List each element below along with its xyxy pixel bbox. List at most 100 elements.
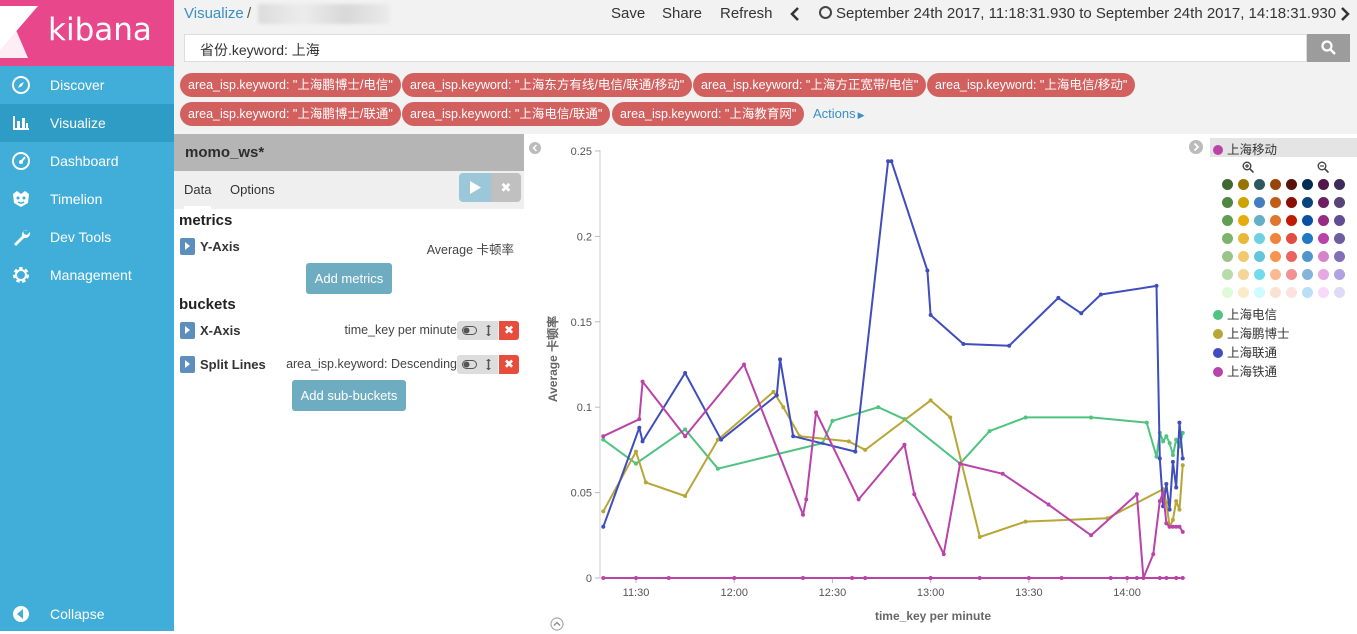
data-point[interactable] [948, 415, 953, 420]
color-swatch[interactable] [1254, 197, 1265, 208]
data-point[interactable] [1180, 529, 1185, 534]
zoom-in-icon[interactable] [1242, 161, 1254, 173]
color-swatch[interactable] [1286, 215, 1297, 226]
color-swatch[interactable] [1238, 287, 1249, 298]
data-point[interactable] [683, 371, 688, 376]
search-button[interactable] [1307, 34, 1350, 62]
color-swatch[interactable] [1254, 233, 1265, 244]
color-swatch[interactable] [1302, 197, 1313, 208]
filter-actions-link[interactable]: Actions ▶ [813, 106, 865, 121]
filter-pill[interactable]: area_isp.keyword: "上海电信/联通" [402, 102, 611, 126]
data-point[interactable] [1098, 292, 1103, 297]
data-point[interactable] [1154, 283, 1159, 288]
data-point[interactable] [601, 524, 606, 529]
legend-item-highlighted[interactable]: 上海移动 [1213, 139, 1277, 157]
filter-pill[interactable]: area_isp.keyword: "上海鹏博士/联通" [180, 102, 401, 126]
color-swatch[interactable] [1254, 215, 1265, 226]
data-point[interactable] [863, 447, 868, 452]
data-point[interactable] [774, 393, 779, 398]
data-point[interactable] [683, 434, 688, 439]
data-point[interactable] [1023, 415, 1028, 420]
nav-item-timelion[interactable]: Timelion [0, 180, 174, 218]
data-point[interactable] [1164, 482, 1169, 487]
data-point[interactable] [1164, 576, 1169, 580]
apply-changes-button[interactable] [459, 173, 491, 202]
data-point[interactable] [830, 418, 835, 423]
color-swatch[interactable] [1318, 269, 1329, 280]
data-point[interactable] [1174, 485, 1179, 490]
time-picker[interactable]: September 24th 2017, 11:18:31.930 to Sep… [819, 5, 1336, 22]
color-swatch[interactable] [1270, 215, 1281, 226]
filter-pill[interactable]: area_isp.keyword: "上海东方有线/电信/联通/移动" [402, 73, 693, 97]
data-point[interactable] [850, 576, 855, 580]
data-point[interactable] [1151, 552, 1156, 557]
data-point[interactable] [601, 509, 606, 514]
discard-changes-button[interactable]: ✖ [491, 173, 521, 202]
data-point[interactable] [1141, 576, 1146, 580]
data-point[interactable] [1161, 439, 1166, 444]
data-point[interactable] [732, 576, 737, 580]
toggle-icon[interactable] [462, 326, 477, 335]
color-swatch[interactable] [1270, 179, 1281, 190]
color-swatch[interactable] [1302, 287, 1313, 298]
data-point[interactable] [1174, 576, 1179, 580]
data-point[interactable] [1170, 517, 1175, 522]
legend-item[interactable]: 上海联通 [1213, 342, 1277, 360]
data-point[interactable] [719, 437, 724, 442]
color-swatch[interactable] [1318, 287, 1329, 298]
color-swatch[interactable] [1318, 197, 1329, 208]
collapse-right-icon[interactable] [1189, 140, 1203, 154]
data-point[interactable] [666, 576, 671, 580]
data-point[interactable] [1157, 576, 1162, 580]
data-point[interactable] [715, 466, 720, 471]
breadcrumb-visualize-link[interactable]: Visualize [184, 5, 244, 22]
filter-pill[interactable]: area_isp.keyword: "上海鹏博士/电信" [180, 73, 401, 97]
color-swatch[interactable] [1286, 233, 1297, 244]
data-point[interactable] [601, 434, 606, 439]
color-swatch[interactable] [1334, 179, 1345, 190]
color-swatch[interactable] [1222, 233, 1233, 244]
filter-pill[interactable]: area_isp.keyword: "上海电信/移动" [927, 73, 1136, 97]
share-button[interactable]: Share [662, 5, 702, 22]
data-point[interactable] [1079, 311, 1084, 316]
color-swatch[interactable] [1318, 179, 1329, 190]
color-swatch[interactable] [1318, 251, 1329, 262]
data-point[interactable] [889, 159, 894, 164]
metric-y-axis-row[interactable]: Y-Axis Average 卡顿率 [179, 237, 519, 257]
data-point[interactable] [1026, 576, 1031, 580]
data-point[interactable] [640, 439, 645, 444]
data-point[interactable] [1167, 441, 1172, 446]
data-point[interactable] [1134, 492, 1139, 497]
add-sub-buckets-button[interactable]: Add sub-buckets [292, 380, 406, 411]
data-point[interactable] [1170, 453, 1175, 458]
bucket-x-axis-row[interactable]: X-Axis time_key per minute ✖ [179, 321, 519, 341]
expand-down-icon[interactable] [550, 617, 564, 631]
reorder-icon[interactable] [486, 325, 491, 336]
color-swatch[interactable] [1334, 233, 1345, 244]
color-swatch[interactable] [1238, 269, 1249, 280]
data-point[interactable] [771, 389, 776, 394]
toggle-icon[interactable] [462, 360, 477, 369]
data-point[interactable] [637, 417, 642, 422]
color-swatch[interactable] [1254, 287, 1265, 298]
color-swatch[interactable] [1254, 251, 1265, 262]
data-point[interactable] [1164, 521, 1169, 526]
time-forward-chevron-icon[interactable] [1340, 7, 1350, 21]
color-swatch[interactable] [1238, 233, 1249, 244]
kibana-logo[interactable]: kibana [0, 0, 174, 66]
data-point[interactable] [814, 410, 819, 415]
color-swatch[interactable] [1254, 269, 1265, 280]
nav-item-discover[interactable]: Discover [0, 66, 174, 104]
color-swatch[interactable] [1238, 251, 1249, 262]
data-point[interactable] [804, 497, 809, 502]
color-swatch[interactable] [1238, 197, 1249, 208]
data-point[interactable] [1059, 576, 1064, 580]
data-point[interactable] [1144, 420, 1149, 425]
color-swatch[interactable] [1238, 215, 1249, 226]
data-point[interactable] [902, 442, 907, 447]
tab-options[interactable]: Options [230, 182, 275, 197]
data-point[interactable] [961, 342, 966, 347]
nav-item-collapse[interactable]: Collapse [0, 595, 174, 633]
data-point[interactable] [1180, 576, 1185, 580]
color-swatch[interactable] [1334, 215, 1345, 226]
